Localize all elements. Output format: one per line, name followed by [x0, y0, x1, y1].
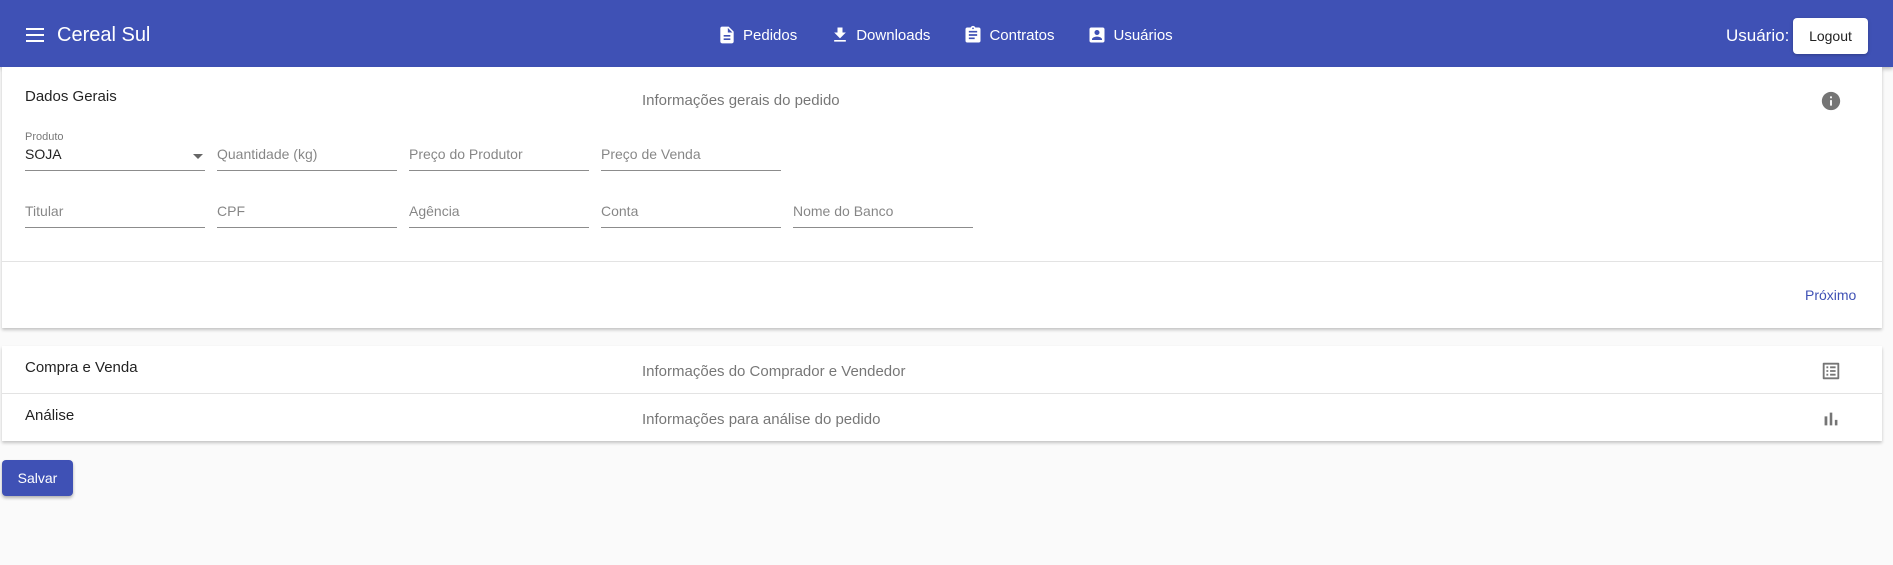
- panel-title: Compra e Venda: [25, 359, 138, 376]
- panel-description: Informações gerais do pedido: [642, 92, 840, 109]
- divider: [2, 393, 1882, 394]
- top-app-bar: Cereal Sul Pedidos Downloads Contratos U…: [0, 0, 1893, 67]
- preco-venda-placeholder: Preço de Venda: [601, 146, 701, 162]
- nav-item-label: Downloads: [856, 26, 931, 44]
- download-icon: [834, 27, 847, 42]
- divider: [2, 261, 1882, 262]
- save-button[interactable]: Salvar: [2, 460, 73, 496]
- cpf-field[interactable]: CPF: [217, 199, 397, 228]
- nav-item-contratos[interactable]: Contratos: [963, 24, 1054, 46]
- panel-title: Análise: [25, 407, 75, 424]
- user-label: Usuário:: [1726, 26, 1790, 45]
- panel-description: Informações para análise do pedido: [642, 411, 881, 428]
- bar-chart-icon: [1824, 412, 1838, 426]
- cpf-placeholder: CPF: [217, 203, 245, 219]
- list-alt-icon: [1822, 362, 1840, 380]
- produto-value: SOJA: [25, 146, 62, 162]
- agencia-field[interactable]: Agência: [409, 199, 589, 228]
- conta-field[interactable]: Conta: [601, 199, 781, 228]
- nav-item-label: Contratos: [989, 26, 1055, 44]
- logout-button[interactable]: Logout: [1793, 18, 1868, 54]
- document-icon: [720, 26, 734, 44]
- nav-item-pedidos[interactable]: Pedidos: [717, 24, 797, 46]
- titular-placeholder: Titular: [25, 203, 64, 219]
- preco-produtor-field[interactable]: Preço do Produtor: [409, 142, 589, 171]
- clipboard-icon: [965, 25, 981, 43]
- conta-placeholder: Conta: [601, 203, 639, 219]
- next-button[interactable]: Próximo: [1805, 287, 1856, 303]
- preco-produtor-placeholder: Preço do Produtor: [409, 146, 523, 162]
- chevron-down-icon: [193, 154, 203, 159]
- account-box-icon: [1089, 27, 1105, 43]
- main-nav: Pedidos Downloads Contratos Usuários: [717, 22, 1206, 48]
- menu-icon[interactable]: [24, 24, 46, 44]
- quantidade-placeholder: Quantidade (kg): [217, 146, 318, 162]
- nav-item-downloads[interactable]: Downloads: [830, 24, 930, 46]
- agencia-placeholder: Agência: [409, 203, 460, 219]
- panel-group-collapsed: Compra e Venda Informações do Comprador …: [2, 346, 1882, 441]
- quantidade-field[interactable]: Quantidade (kg): [217, 142, 397, 171]
- nav-item-usuarios[interactable]: Usuários: [1087, 24, 1173, 46]
- nome-banco-placeholder: Nome do Banco: [793, 203, 894, 219]
- panel-dados-gerais: Dados Gerais Informações gerais do pedid…: [2, 67, 1882, 328]
- titular-field[interactable]: Titular: [25, 199, 205, 228]
- panel-description: Informações do Comprador e Vendedor: [642, 363, 906, 380]
- produto-select[interactable]: SOJA: [25, 142, 205, 171]
- app-title: Cereal Sul: [57, 24, 151, 46]
- info-icon: [1821, 91, 1841, 111]
- nav-item-label: Usuários: [1113, 26, 1173, 44]
- panel-title[interactable]: Dados Gerais: [25, 88, 117, 105]
- nav-item-label: Pedidos: [743, 26, 798, 44]
- nome-banco-field[interactable]: Nome do Banco: [793, 199, 973, 228]
- preco-venda-field[interactable]: Preço de Venda: [601, 142, 781, 171]
